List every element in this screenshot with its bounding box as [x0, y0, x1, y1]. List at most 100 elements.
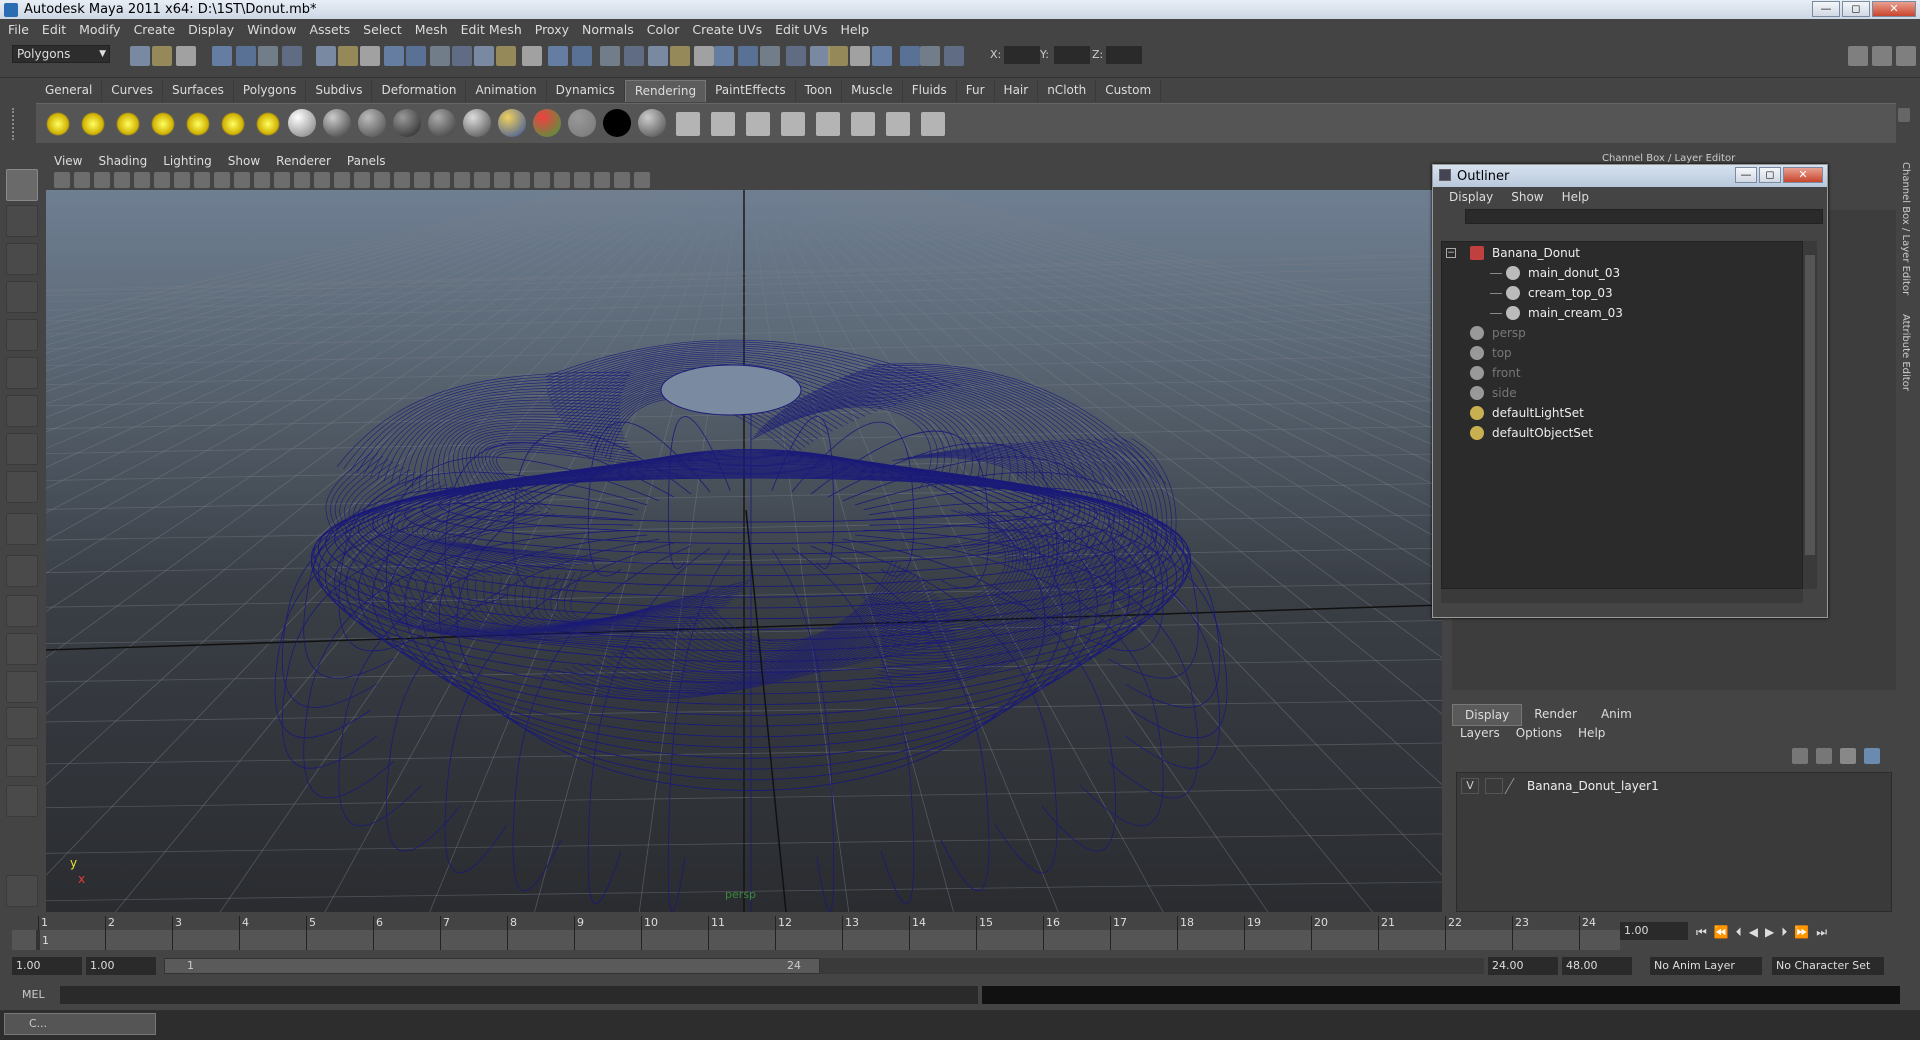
layer-row[interactable]: V Banana_Donut_layer1 — [1461, 777, 1885, 795]
menu-assets[interactable]: Assets — [309, 22, 350, 37]
render-globals-icon[interactable] — [781, 112, 805, 136]
character-set-selector[interactable]: No Character Set — [1772, 957, 1884, 975]
viewport-tool-icon[interactable] — [234, 172, 250, 188]
viewport-tool-icon[interactable] — [74, 172, 90, 188]
viewport-tool-icon[interactable] — [214, 172, 230, 188]
layout-icon[interactable] — [900, 46, 920, 66]
step-back-frame-icon[interactable]: ⏴ — [1736, 925, 1742, 940]
anim-layer-selector[interactable]: No Anim Layer — [1650, 957, 1762, 975]
go-to-start-icon[interactable]: ⏮ — [1696, 925, 1707, 940]
menu-layers[interactable]: Layers — [1460, 726, 1500, 740]
step-forward-frame-icon[interactable]: ⏵ — [1781, 925, 1787, 940]
outliner-titlebar[interactable]: Outliner — ◻ ✕ — [1433, 165, 1827, 187]
y-field[interactable] — [1054, 46, 1090, 64]
menu-select[interactable]: Select — [363, 22, 402, 37]
viewport-tool-icon[interactable] — [474, 172, 490, 188]
lasso-tool-icon[interactable] — [6, 205, 38, 237]
taskbar-item[interactable]: C... — [4, 1013, 156, 1035]
current-time-field[interactable]: 1.00 — [1620, 922, 1688, 940]
outliner-minimize-button[interactable]: — — [1735, 167, 1757, 183]
rotate-tool-icon[interactable] — [6, 319, 38, 351]
viewport-tool-icon[interactable] — [534, 172, 550, 188]
viewport-tool-icon[interactable] — [274, 172, 290, 188]
lock-icon[interactable] — [452, 46, 472, 66]
viewport-tool-icon[interactable] — [354, 172, 370, 188]
select-component-icon[interactable] — [258, 46, 278, 66]
material-ball-icon[interactable] — [603, 109, 631, 137]
viewport-tool-icon[interactable] — [634, 172, 650, 188]
shelf-tab-muscle[interactable]: Muscle — [842, 80, 903, 102]
shelf-tab-custom[interactable]: Custom — [1096, 80, 1162, 102]
menu-file[interactable]: File — [8, 22, 29, 37]
menu-help[interactable]: Help — [841, 22, 870, 37]
outliner-item[interactable]: persp — [1470, 324, 1770, 342]
field-icon[interactable] — [850, 46, 870, 66]
move-tool-icon[interactable] — [6, 281, 38, 313]
viewport-menu-shading[interactable]: Shading — [98, 154, 147, 168]
render-settings-icon[interactable] — [572, 46, 592, 66]
viewport-tool-icon[interactable] — [94, 172, 110, 188]
menu-edit[interactable]: Edit — [42, 22, 66, 37]
scroll-thumb[interactable] — [1805, 255, 1815, 555]
layer-toggle-icon[interactable] — [738, 46, 758, 66]
add-selected-layer-icon[interactable] — [1864, 748, 1880, 764]
layout-single-icon[interactable] — [1848, 46, 1868, 66]
snap-toggle-icon[interactable] — [810, 46, 830, 66]
script-editor-icon[interactable] — [6, 875, 38, 907]
time-slider[interactable]: 1 2 3 4 5 6 7 8 9 10 11 12 13 14 15 16 17 18 19 20 21 22 23 24 1 — [12, 916, 1620, 950]
tab-anim[interactable]: Anim — [1589, 704, 1644, 726]
shelf-tab-painteffects[interactable]: PaintEffects — [706, 80, 796, 102]
select-handle-icon[interactable] — [474, 46, 494, 66]
viewport-tool-icon[interactable] — [154, 172, 170, 188]
layer-stack-icon[interactable] — [1816, 748, 1832, 764]
viewport-tool-icon[interactable] — [574, 172, 590, 188]
material-ball-icon[interactable] — [638, 109, 666, 137]
minimize-button[interactable]: — — [1812, 1, 1840, 17]
step-back-key-icon[interactable]: ⏪ — [1714, 925, 1729, 939]
menu-display[interactable]: Display — [188, 22, 234, 37]
go-to-end-icon[interactable]: ⏭ — [1816, 925, 1827, 940]
render-icon[interactable] — [522, 46, 542, 66]
outliner-item[interactable]: side — [1470, 384, 1770, 402]
viewport-menu-renderer[interactable]: Renderer — [276, 154, 331, 168]
layout-extra-icon[interactable] — [6, 785, 38, 817]
channel-box-toggle-icon[interactable] — [670, 46, 690, 66]
shelf-tab-hair[interactable]: Hair — [995, 80, 1039, 102]
material-ball-icon[interactable] — [358, 109, 386, 137]
construction-history-icon[interactable] — [496, 46, 516, 66]
range-slider[interactable]: 1 24 — [164, 958, 820, 974]
volume-light-icon[interactable] — [221, 112, 245, 136]
mode-selector[interactable]: Polygons ▼ — [12, 45, 110, 63]
batch-render-icon[interactable] — [851, 112, 875, 136]
spot-light-icon[interactable] — [151, 112, 175, 136]
animation-start-field[interactable]: 1.00 — [12, 957, 82, 975]
viewport-tool-icon[interactable] — [334, 172, 350, 188]
layer-type-toggle[interactable] — [1485, 778, 1503, 794]
modeling-toggle-icon[interactable] — [760, 46, 780, 66]
shelf-tab-dynamics[interactable]: Dynamics — [547, 80, 625, 102]
viewport-tool-icon[interactable] — [614, 172, 630, 188]
shelf-tab-curves[interactable]: Curves — [102, 80, 163, 102]
shelf-tab-fur[interactable]: Fur — [957, 80, 995, 102]
open-scene-icon[interactable] — [152, 46, 172, 66]
shelf-tab-general[interactable]: General — [36, 80, 103, 102]
shelf-tab-animation[interactable]: Animation — [466, 80, 547, 102]
paint-select-icon[interactable] — [6, 243, 38, 275]
menu-modify[interactable]: Modify — [79, 22, 120, 37]
tab-attribute-editor[interactable]: Attribute Editor — [1900, 314, 1911, 391]
shelf-tab-fluids[interactable]: Fluids — [903, 80, 957, 102]
layout-four-icon[interactable] — [6, 595, 38, 627]
viewport-menu-show[interactable]: Show — [228, 154, 260, 168]
viewport-menu-view[interactable]: View — [54, 154, 82, 168]
outliner-menu-display[interactable]: Display — [1449, 190, 1493, 204]
viewport-tool-icon[interactable] — [314, 172, 330, 188]
ipr-icon[interactable] — [746, 112, 770, 136]
viewport-tool-icon[interactable] — [114, 172, 130, 188]
snap-point-icon[interactable] — [338, 46, 358, 66]
close-button[interactable]: ✕ — [1872, 1, 1916, 17]
tool-settings-icon[interactable] — [714, 46, 734, 66]
material-ball-icon[interactable] — [393, 109, 421, 137]
tab-channel-box[interactable]: Channel Box / Layer Editor — [1900, 162, 1911, 295]
viewport-tool-icon[interactable] — [174, 172, 190, 188]
mode-icon[interactable] — [828, 46, 848, 66]
